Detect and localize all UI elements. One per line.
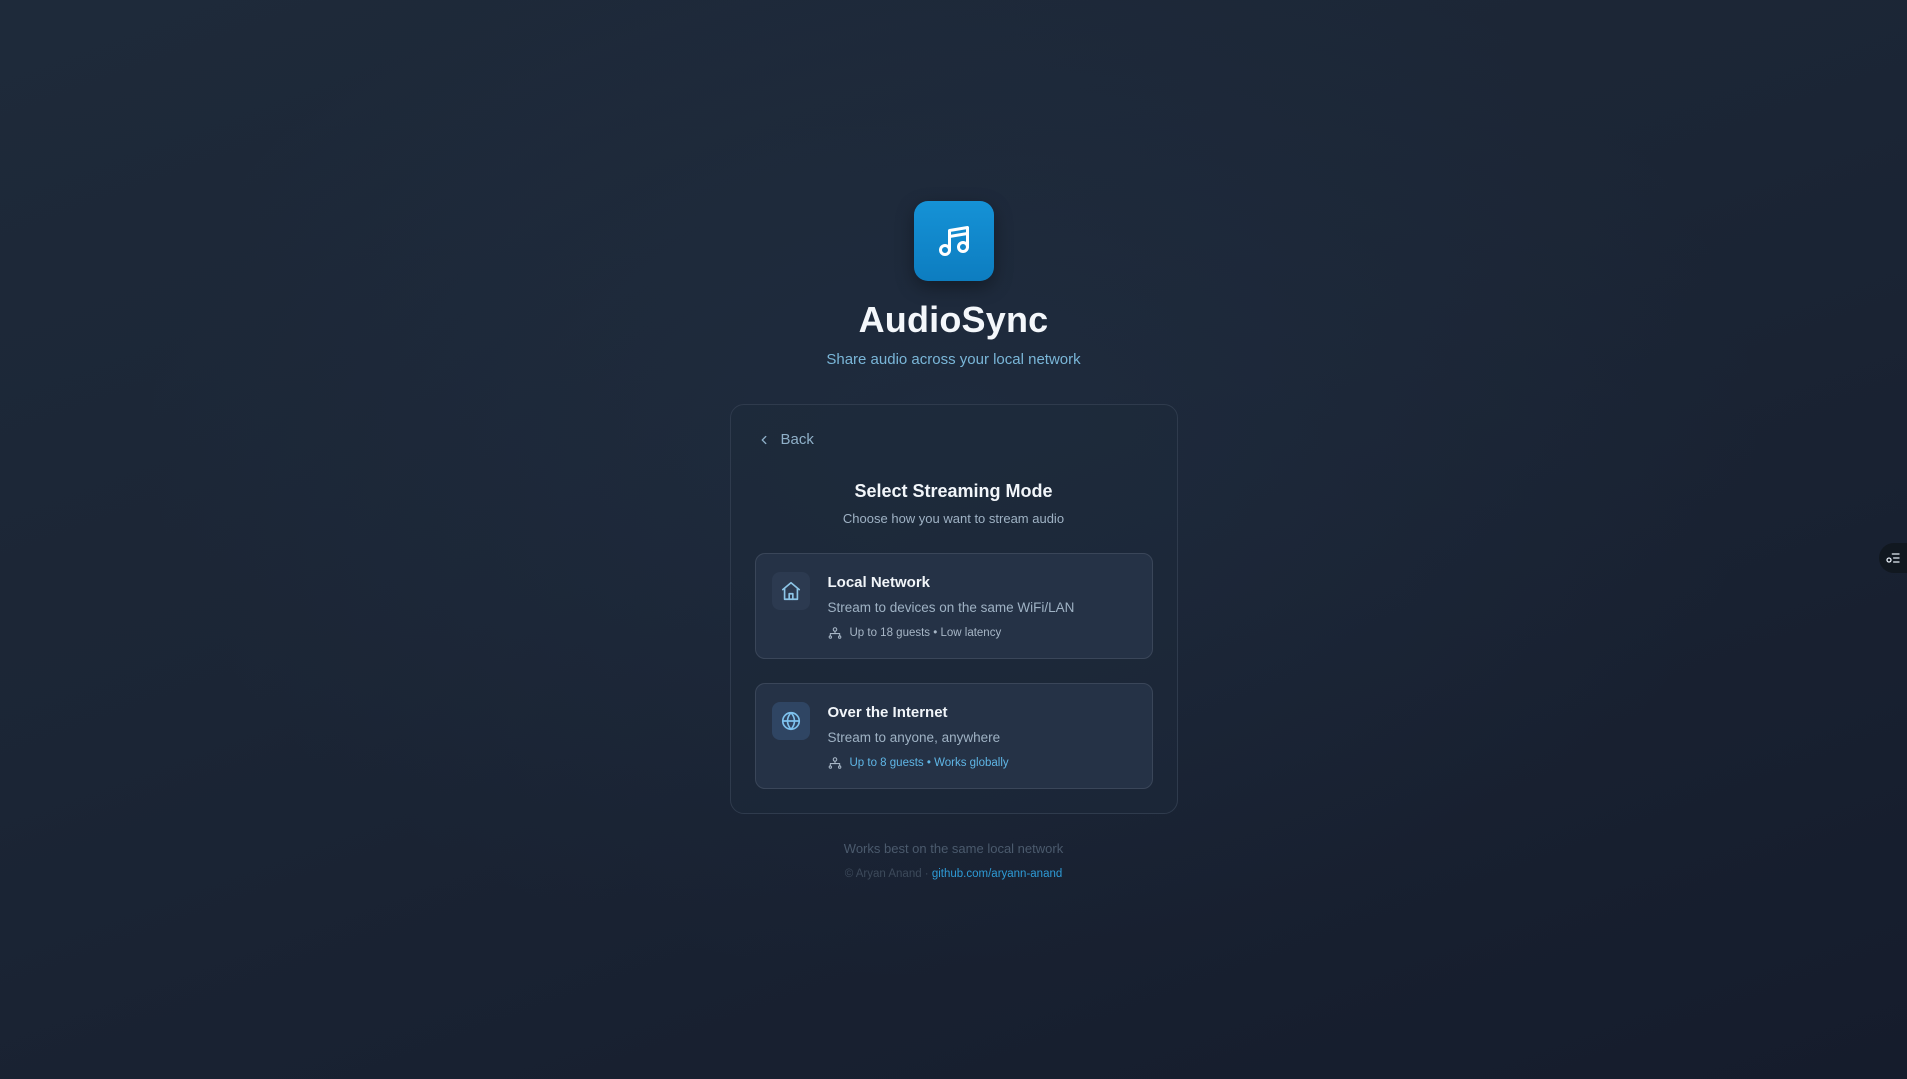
internet-meta: Up to 8 guests • Works globally (828, 756, 1009, 770)
card-subtitle: Choose how you want to stream audio (842, 511, 1065, 526)
local-network-title: Local Network (827, 574, 931, 591)
globe-icon (781, 711, 800, 731)
card-title: Select Streaming Mode (854, 481, 1053, 501)
home-icon (781, 581, 800, 601)
local-network-option[interactable]: Local Network Stream to devices on the s… (754, 553, 1153, 659)
side-panel-toggle[interactable] (1879, 543, 1907, 573)
chevron-left-icon (761, 435, 766, 444)
music-notes-icon (938, 226, 969, 256)
internet-meta-text: Up to 8 guests • Works globally (849, 757, 1009, 769)
app-container: AudioSync Share audio across your local … (0, 0, 1907, 881)
app-subtitle: Share audio across your local network (826, 351, 1081, 368)
local-network-description: Stream to devices on the same WiFi/LAN (827, 600, 1075, 615)
footer-note: Works best on the same local network (843, 841, 1064, 856)
internet-option[interactable]: Over the Internet Stream to anyone, anyw… (754, 683, 1153, 789)
local-network-meta: Up to 18 guests • Low latency (828, 626, 1002, 640)
internet-icon-box (771, 702, 810, 740)
internet-description: Stream to anyone, anywhere (827, 730, 1001, 745)
back-label: Back (780, 431, 814, 448)
internet-title: Over the Internet (827, 704, 948, 721)
network-icon (828, 757, 841, 769)
local-network-icon-box (771, 572, 810, 610)
app-logo (913, 201, 994, 281)
github-link[interactable]: github.com/aryann-anand (932, 868, 1062, 880)
footer-credit: © Aryan Anand · github.com/aryann-anand (845, 867, 1063, 881)
network-icon (828, 627, 841, 639)
settings-list-icon (1886, 553, 1900, 563)
footer-credit-prefix: © Aryan Anand · (844, 868, 929, 880)
local-network-meta-text: Up to 18 guests • Low latency (849, 627, 1002, 639)
mode-selection-card: Back Select Streaming Mode Choose how yo… (729, 404, 1178, 814)
back-button[interactable]: Back (757, 431, 814, 448)
app-title: AudioSync (858, 299, 1049, 340)
